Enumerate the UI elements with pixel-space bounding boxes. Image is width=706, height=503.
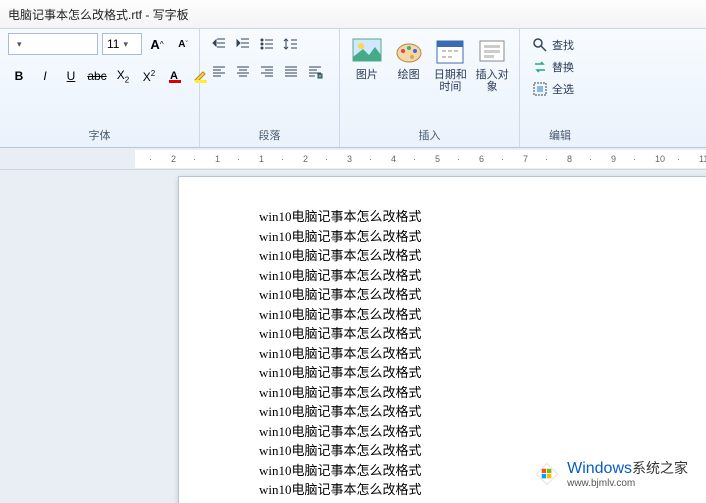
document-line[interactable]: win10电脑记事本怎么改格式 <box>259 285 697 305</box>
ruler-mark: 6 <box>479 154 484 164</box>
group-insert: 图片 绘图 日期和时间 插入对象 插入 <box>340 29 520 147</box>
align-right-button[interactable] <box>256 61 278 83</box>
align-justify-icon <box>283 64 299 80</box>
increase-indent-button[interactable] <box>232 33 254 55</box>
group-paragraph-label: 段落 <box>208 125 331 147</box>
group-edit: 查找 替换 全选 编辑 <box>520 29 600 147</box>
align-left-button[interactable] <box>208 61 230 83</box>
ruler-mark: 11 <box>699 154 706 164</box>
insert-object-button[interactable]: 插入对象 <box>473 33 511 93</box>
ruler-mark: 2 <box>171 154 176 164</box>
document-line[interactable]: win10电脑记事本怎么改格式 <box>259 266 697 286</box>
line-spacing-icon <box>283 36 299 52</box>
replace-button[interactable]: 替换 <box>528 57 578 77</box>
select-all-icon <box>532 81 548 97</box>
align-right-icon <box>259 64 275 80</box>
replace-icon <box>532 59 548 75</box>
watermark-brand: Windows <box>567 460 632 477</box>
bold-button[interactable]: B <box>8 65 30 87</box>
document-line[interactable]: win10电脑记事本怎么改格式 <box>259 324 697 344</box>
insert-drawing-button[interactable]: 绘图 <box>390 33 428 81</box>
align-center-icon <box>235 64 251 80</box>
chevron-down-icon: ▾ <box>17 39 22 50</box>
title-bar: 电脑记事本怎么改格式.rtf - 写字板 <box>0 0 706 28</box>
align-left-icon <box>211 64 227 80</box>
group-font: ▾ 11 ▾ A^ Aˇ B I U abc X2 X2 A <box>0 29 200 147</box>
windows-logo-icon <box>533 460 561 488</box>
font-color-button[interactable]: A <box>164 65 186 87</box>
bullet-list-button[interactable] <box>256 33 278 55</box>
ruler-area: 3·2·1·1·2·3·4·5·6·7·8·9·10·11· <box>0 148 706 170</box>
font-color-icon: A <box>167 68 183 84</box>
ruler-mark: 7 <box>523 154 528 164</box>
ruler-mark: 1 <box>215 154 220 164</box>
picture-icon <box>351 35 383 67</box>
document-line[interactable]: win10电脑记事本怎么改格式 <box>259 305 697 325</box>
document-line[interactable]: win10电脑记事本怎么改格式 <box>259 363 697 383</box>
object-icon <box>476 35 508 67</box>
italic-button[interactable]: I <box>34 65 56 87</box>
ribbon: ▾ 11 ▾ A^ Aˇ B I U abc X2 X2 A <box>0 28 706 148</box>
group-edit-label: 编辑 <box>528 125 592 147</box>
group-paragraph: 段落 <box>200 29 340 147</box>
superscript-button[interactable]: X2 <box>138 65 160 87</box>
document-line[interactable]: win10电脑记事本怎么改格式 <box>259 402 697 422</box>
ruler-mark: 5 <box>435 154 440 164</box>
font-size-value: 11 <box>107 37 119 51</box>
grow-font-button[interactable]: A^ <box>146 33 168 55</box>
group-font-label: 字体 <box>8 125 191 147</box>
watermark-url: www.bjmlv.com <box>567 478 688 489</box>
paragraph-dialog-button[interactable] <box>304 61 326 83</box>
find-button[interactable]: 查找 <box>528 35 578 55</box>
list-icon <box>259 36 275 52</box>
align-center-button[interactable] <box>232 61 254 83</box>
ruler-mark: 4 <box>391 154 396 164</box>
outdent-icon <box>211 36 227 52</box>
align-justify-button[interactable] <box>280 61 302 83</box>
font-size-combo[interactable]: 11 ▾ <box>102 33 142 55</box>
ruler-mark: 9 <box>611 154 616 164</box>
document-line[interactable]: win10电脑记事本怎么改格式 <box>259 246 697 266</box>
ruler[interactable]: 3·2·1·1·2·3·4·5·6·7·8·9·10·11· <box>135 150 706 168</box>
ruler-mark: 10 <box>655 154 665 164</box>
ruler-mark: 3 <box>347 154 352 164</box>
search-icon <box>532 37 548 53</box>
strikethrough-button[interactable]: abc <box>86 65 108 87</box>
underline-button[interactable]: U <box>60 65 82 87</box>
ruler-mark: 8 <box>567 154 572 164</box>
document-line[interactable]: win10电脑记事本怎么改格式 <box>259 344 697 364</box>
paint-icon <box>393 35 425 67</box>
window-title: 电脑记事本怎么改格式.rtf - 写字板 <box>8 6 189 23</box>
calendar-icon <box>434 35 466 67</box>
watermark-suffix: 系统之家 <box>632 460 688 476</box>
select-all-button[interactable]: 全选 <box>528 79 578 99</box>
subscript-button[interactable]: X2 <box>112 65 134 87</box>
document-line[interactable]: win10电脑记事本怎么改格式 <box>259 383 697 403</box>
decrease-indent-button[interactable] <box>208 33 230 55</box>
ruler-mark: 2 <box>303 154 308 164</box>
document-line[interactable]: win10电脑记事本怎么改格式 <box>259 227 697 247</box>
document-line[interactable]: win10电脑记事本怎么改格式 <box>259 207 697 227</box>
document-line[interactable]: win10电脑记事本怎么改格式 <box>259 422 697 442</box>
insert-datetime-button[interactable]: 日期和时间 <box>432 33 470 93</box>
insert-picture-button[interactable]: 图片 <box>348 33 386 81</box>
shrink-font-button[interactable]: Aˇ <box>172 33 194 55</box>
font-family-combo[interactable]: ▾ <box>8 33 98 55</box>
chevron-down-icon: ▾ <box>123 39 128 50</box>
watermark: Windows系统之家 www.bjmlv.com <box>525 454 696 493</box>
paragraph-icon <box>307 64 323 80</box>
ruler-mark: 1 <box>259 154 264 164</box>
indent-icon <box>235 36 251 52</box>
line-spacing-button[interactable] <box>280 33 302 55</box>
group-insert-label: 插入 <box>348 125 511 147</box>
